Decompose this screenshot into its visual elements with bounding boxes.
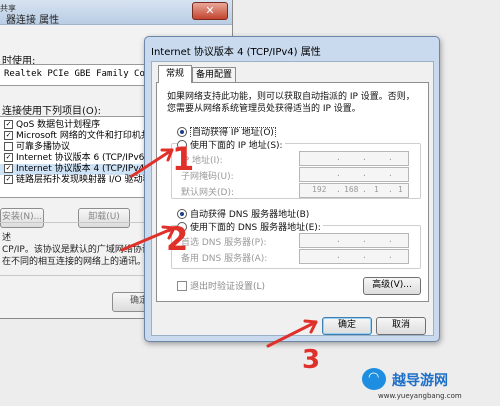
tab-general[interactable]: 常规 [158, 65, 192, 83]
watermark-brand: 越导游网 [392, 373, 448, 389]
wifi-icon: ◠ [368, 370, 380, 385]
annotation-number-3: 3 [302, 345, 320, 375]
annotation-overlay: 1 2 3 [120, 140, 320, 375]
arrows [120, 148, 318, 348]
watermark-logo: ◠ [362, 368, 386, 390]
watermark-url: www.yueyangbang.com [378, 392, 462, 400]
arrow-3 [266, 320, 318, 348]
arrow-1 [130, 148, 174, 178]
annotation-number-2: 2 [166, 220, 188, 258]
annotation-number-1: 1 [172, 140, 194, 178]
